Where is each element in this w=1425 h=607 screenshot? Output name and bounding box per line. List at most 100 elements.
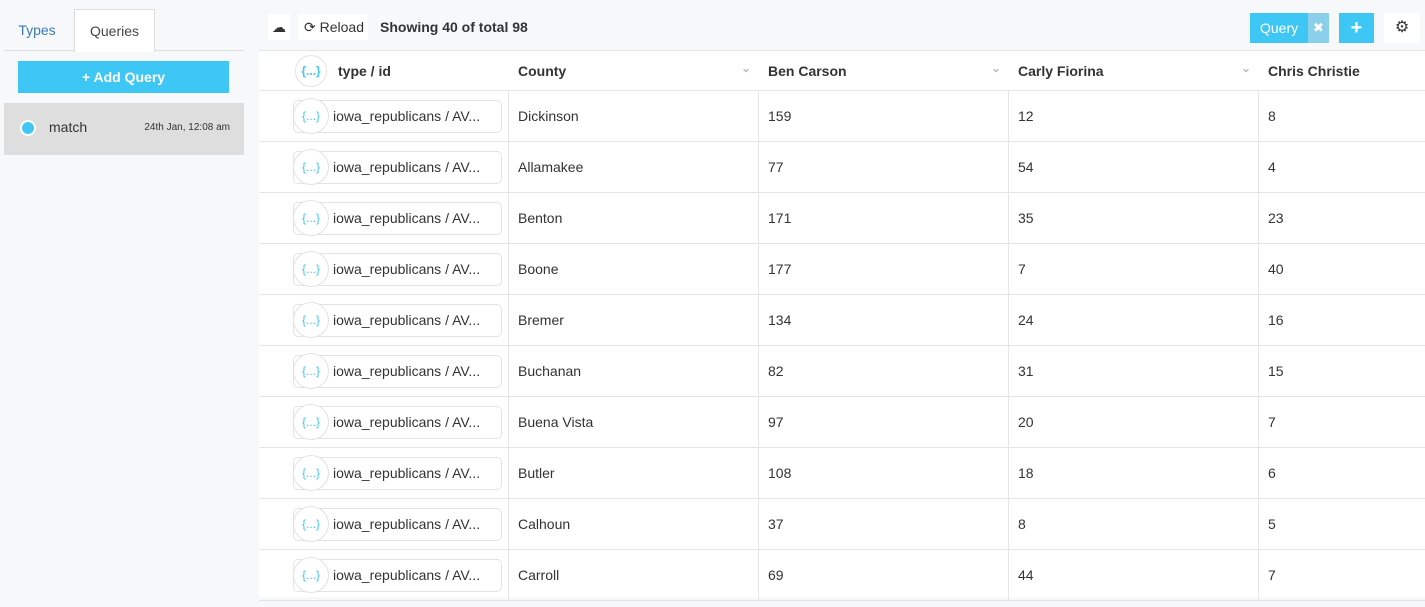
- chris-christie-cell[interactable]: 7: [1259, 550, 1425, 600]
- carly-fiorina-cell[interactable]: 35: [1009, 193, 1259, 243]
- download-button[interactable]: ☁: [268, 14, 290, 40]
- carly-fiorina-cell[interactable]: 31: [1009, 346, 1259, 396]
- county-cell[interactable]: Calhoun: [509, 499, 759, 549]
- chris-christie-cell[interactable]: 40: [1259, 244, 1425, 294]
- id-cell: iowa_republicans / AV... {...}: [259, 346, 509, 396]
- county-cell[interactable]: Allamakee: [509, 142, 759, 192]
- id-cell: iowa_republicans / AV... {...}: [259, 499, 509, 549]
- chris-christie-cell[interactable]: 16: [1259, 295, 1425, 345]
- county-cell[interactable]: Boone: [509, 244, 759, 294]
- carly-fiorina-cell[interactable]: 12: [1009, 91, 1259, 141]
- header-ben-carson[interactable]: Ben Carson ⌄: [759, 51, 1009, 90]
- ben-carson-cell[interactable]: 108: [759, 448, 1009, 498]
- header-type-id[interactable]: {...} type / id: [259, 51, 509, 90]
- county-cell[interactable]: Dickinson: [509, 91, 759, 141]
- add-button[interactable]: +: [1339, 13, 1374, 43]
- chris-christie-cell[interactable]: 4: [1259, 142, 1425, 192]
- carly-fiorina-cell[interactable]: 7: [1009, 244, 1259, 294]
- json-braces-icon[interactable]: {...}: [293, 557, 329, 593]
- id-cell: iowa_republicans / AV... {...}: [259, 550, 509, 600]
- json-braces-icon[interactable]: {...}: [293, 404, 329, 440]
- gear-icon[interactable]: ⚙: [1384, 13, 1420, 43]
- header-county[interactable]: County ⌄: [509, 51, 759, 90]
- table-row[interactable]: iowa_republicans / AV... {...} Butler 108…: [259, 448, 1425, 499]
- result-count: Showing 40 of total 98: [380, 19, 528, 35]
- cloud-download-icon: ☁: [272, 19, 286, 35]
- ben-carson-cell[interactable]: 82: [759, 346, 1009, 396]
- chris-christie-cell[interactable]: 8: [1259, 91, 1425, 141]
- table-row[interactable]: iowa_republicans / AV... {...} Buchanan 8…: [259, 346, 1425, 397]
- chris-christie-cell[interactable]: 23: [1259, 193, 1425, 243]
- carly-fiorina-cell[interactable]: 18: [1009, 448, 1259, 498]
- query-item[interactable]: match 24th Jan, 12:08 am: [4, 103, 244, 155]
- id-cell: iowa_republicans / AV... {...}: [259, 91, 509, 141]
- add-query-button[interactable]: + Add Query: [18, 61, 229, 93]
- ben-carson-cell[interactable]: 159: [759, 91, 1009, 141]
- sidebar-tabs: Types Queries: [4, 9, 244, 52]
- table-header: {...} type / id County ⌄ Ben Carson ⌄ Carly…: [259, 51, 1425, 91]
- query-filter-chip[interactable]: Query ✖: [1250, 13, 1329, 43]
- ben-carson-cell[interactable]: 177: [759, 244, 1009, 294]
- json-braces-icon[interactable]: {...}: [293, 98, 329, 134]
- reload-label: Reload: [319, 19, 364, 35]
- id-cell: iowa_republicans / AV... {...}: [259, 244, 509, 294]
- county-cell[interactable]: Buena Vista: [509, 397, 759, 447]
- header-chris-christie[interactable]: Chris Christie: [1259, 51, 1425, 90]
- carly-fiorina-cell[interactable]: 24: [1009, 295, 1259, 345]
- carly-fiorina-cell[interactable]: 54: [1009, 142, 1259, 192]
- ben-carson-cell[interactable]: 97: [759, 397, 1009, 447]
- county-cell[interactable]: Carroll: [509, 550, 759, 600]
- ben-carson-cell[interactable]: 37: [759, 499, 1009, 549]
- id-cell: iowa_republicans / AV... {...}: [259, 193, 509, 243]
- county-cell[interactable]: Bremer: [509, 295, 759, 345]
- table-row[interactable]: iowa_republicans / AV... {...} Carroll 69…: [259, 550, 1425, 601]
- ben-carson-cell[interactable]: 69: [759, 550, 1009, 600]
- json-braces-icon[interactable]: {...}: [293, 200, 329, 236]
- json-braces-icon[interactable]: {...}: [293, 302, 329, 338]
- json-braces-icon[interactable]: {...}: [293, 506, 329, 542]
- chris-christie-cell[interactable]: 5: [1259, 499, 1425, 549]
- sidebar: Types Queries + Add Query match 24th Jan…: [0, 0, 244, 607]
- table-row[interactable]: iowa_republicans / AV... {...} Dickinson …: [259, 91, 1425, 142]
- county-cell[interactable]: Buchanan: [509, 346, 759, 396]
- carly-fiorina-cell[interactable]: 44: [1009, 550, 1259, 600]
- refresh-icon: ⟳: [304, 19, 320, 35]
- table-row[interactable]: iowa_republicans / AV... {...} Allamakee …: [259, 142, 1425, 193]
- chris-christie-cell[interactable]: 6: [1259, 448, 1425, 498]
- id-cell: iowa_republicans / AV... {...}: [259, 397, 509, 447]
- table-row[interactable]: iowa_republicans / AV... {...} Buena Vist…: [259, 397, 1425, 448]
- json-braces-icon[interactable]: {...}: [293, 455, 329, 491]
- query-time: 24th Jan, 12:08 am: [144, 122, 230, 133]
- data-table: {...} type / id County ⌄ Ben Carson ⌄ Carly…: [259, 50, 1425, 601]
- close-icon[interactable]: ✖: [1308, 13, 1329, 43]
- json-braces-icon[interactable]: {...}: [293, 251, 329, 287]
- json-braces-icon[interactable]: {...}: [295, 55, 327, 87]
- header-carly-fiorina[interactable]: Carly Fiorina ⌄: [1009, 51, 1259, 90]
- chevron-down-icon[interactable]: ⌄: [1241, 61, 1251, 75]
- chevron-down-icon[interactable]: ⌄: [741, 61, 751, 75]
- carly-fiorina-cell[interactable]: 20: [1009, 397, 1259, 447]
- county-cell[interactable]: Benton: [509, 193, 759, 243]
- table-row[interactable]: iowa_republicans / AV... {...} Boone 177 …: [259, 244, 1425, 295]
- ben-carson-cell[interactable]: 77: [759, 142, 1009, 192]
- id-cell: iowa_republicans / AV... {...}: [259, 295, 509, 345]
- query-chip-label: Query: [1260, 20, 1299, 36]
- table-row[interactable]: iowa_republicans / AV... {...} Bremer 134…: [259, 295, 1425, 346]
- table-row[interactable]: iowa_republicans / AV... {...} Benton 171…: [259, 193, 1425, 244]
- tab-queries[interactable]: Queries: [74, 9, 155, 52]
- id-cell: iowa_republicans / AV... {...}: [259, 448, 509, 498]
- ben-carson-cell[interactable]: 171: [759, 193, 1009, 243]
- ben-carson-cell[interactable]: 134: [759, 295, 1009, 345]
- chris-christie-cell[interactable]: 7: [1259, 397, 1425, 447]
- tab-types[interactable]: Types: [4, 9, 70, 51]
- query-name: match: [49, 119, 88, 135]
- chris-christie-cell[interactable]: 15: [1259, 346, 1425, 396]
- carly-fiorina-cell[interactable]: 8: [1009, 499, 1259, 549]
- table-row[interactable]: iowa_republicans / AV... {...} Calhoun 37…: [259, 499, 1425, 550]
- id-cell: iowa_republicans / AV... {...}: [259, 142, 509, 192]
- chevron-down-icon[interactable]: ⌄: [991, 61, 1001, 75]
- reload-button[interactable]: ⟳ Reload: [298, 14, 368, 40]
- county-cell[interactable]: Butler: [509, 448, 759, 498]
- json-braces-icon[interactable]: {...}: [293, 353, 329, 389]
- json-braces-icon[interactable]: {...}: [293, 149, 329, 185]
